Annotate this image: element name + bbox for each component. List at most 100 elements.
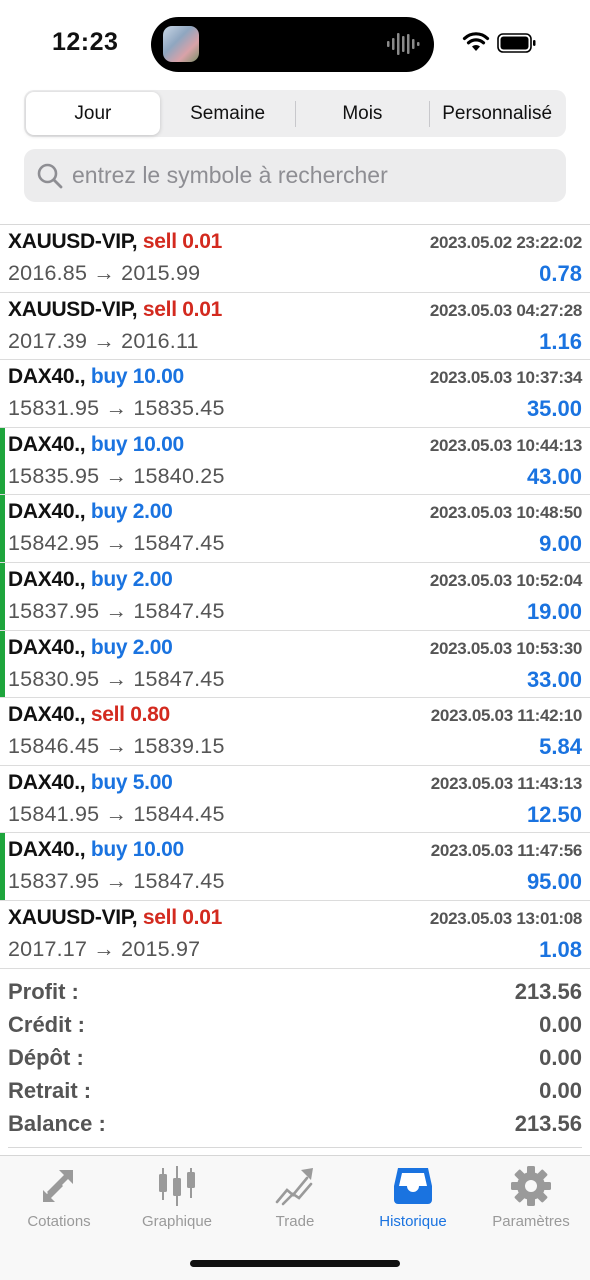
trade-profit: 5.84 — [539, 734, 582, 760]
trade-date: 2023.05.03 10:53:30 — [429, 638, 582, 658]
trade-prices: 15846.45 → 15839.15 — [8, 734, 225, 759]
trade-row[interactable]: DAX40., buy 2.00 2023.05.03 10:52:04 15837… — [0, 562, 590, 631]
trade-profit: 95.00 — [526, 869, 582, 895]
trade-direction: sell — [142, 905, 177, 929]
summary-label: Crédit : — [8, 1012, 85, 1037]
segment-mois[interactable]: Mois — [296, 92, 430, 135]
trade-direction: sell — [142, 297, 177, 321]
trade-row[interactable]: DAX40., buy 10.00 2023.05.03 10:44:13 1583… — [0, 427, 590, 496]
trade-lots: 10.00 — [132, 432, 184, 456]
trade-symbol: DAX40., — [8, 703, 86, 727]
trade-profit: 19.00 — [526, 598, 582, 624]
summary-row: Retrait : 0.00 — [0, 1076, 590, 1109]
trade-direction: sell — [90, 703, 125, 727]
trade-lots: 10.00 — [132, 838, 184, 862]
trade-lots: 2.00 — [132, 500, 173, 524]
trade-prices: 15831.95 → 15835.45 — [8, 396, 225, 421]
symbol-search-bar[interactable] — [24, 149, 566, 202]
trade-date: 2023.05.03 10:48:50 — [429, 503, 582, 523]
trade-symbol: DAX40., — [8, 365, 86, 389]
now-playing-artwork — [163, 26, 199, 62]
trade-prices: 15835.95 → 15840.25 — [8, 463, 225, 488]
tab-label: Paramètres — [492, 1213, 570, 1230]
trade-date: 2023.05.03 10:52:04 — [429, 570, 582, 590]
summary-value: 213.56 — [514, 979, 582, 1004]
tab-label: Graphique — [141, 1213, 213, 1230]
audio-waveform-icon — [387, 33, 420, 55]
trade-prices: 15837.95 → 15847.45 — [8, 598, 225, 623]
trade-direction: buy — [90, 365, 128, 389]
segment-semaine[interactable]: Semaine — [161, 92, 295, 135]
trade-title: DAX40., buy 5.00 — [8, 770, 173, 795]
trade-profit: 1.08 — [539, 936, 582, 962]
trade-row[interactable]: XAUUSD-VIP, sell 0.01 2023.05.03 13:01:08… — [0, 901, 590, 969]
trade-lots: 0.01 — [182, 297, 222, 321]
summary-label: Profit : — [8, 979, 79, 1004]
tab-parametres[interactable]: Paramètres — [472, 1164, 590, 1230]
trade-symbol: DAX40., — [8, 770, 86, 794]
tab-label: Historique — [379, 1213, 447, 1230]
trade-profit: 33.00 — [526, 666, 582, 692]
trade-row[interactable]: DAX40., buy 2.00 2023.05.03 10:48:50 15842… — [0, 495, 590, 563]
trade-title: DAX40., buy 2.00 — [8, 635, 173, 660]
open-position-marker — [0, 495, 5, 562]
trade-title: DAX40., buy 10.00 — [8, 365, 184, 389]
trade-date: 2023.05.02 23:22:02 — [429, 233, 582, 252]
trade-lots: 10.00 — [132, 365, 184, 389]
search-input[interactable] — [72, 162, 542, 189]
tab-historique[interactable]: Historique — [354, 1164, 472, 1230]
trade-title: XAUUSD-VIP, sell 0.01 — [8, 230, 222, 254]
wifi-icon — [462, 32, 490, 51]
trade-date: 2023.05.03 11:47:56 — [430, 841, 583, 861]
trade-row[interactable]: DAX40., buy 5.00 2023.05.03 11:43:13 15841… — [0, 766, 590, 834]
trade-date: 2023.05.03 10:37:34 — [429, 368, 582, 388]
gear-icon — [511, 1166, 551, 1206]
trade-symbol: DAX40., — [8, 500, 86, 524]
trade-title: DAX40., buy 2.00 — [8, 567, 173, 592]
summary-value: 213.56 — [514, 1111, 582, 1136]
trade-profit: 43.00 — [526, 463, 582, 489]
trade-symbol: XAUUSD-VIP, — [8, 905, 138, 929]
summary-label: Retrait : — [8, 1078, 92, 1103]
trade-date: 2023.05.03 11:42:10 — [430, 706, 583, 726]
summary-row: Profit : 213.56 — [0, 977, 590, 1010]
trade-direction: sell — [142, 230, 177, 253]
trade-row[interactable]: DAX40., buy 10.00 2023.05.03 10:37:34 1583… — [0, 360, 590, 428]
trade-row[interactable]: XAUUSD-VIP, sell 0.01 2023.05.03 04:27:28… — [0, 293, 590, 361]
status-bar: 12:23 — [0, 0, 590, 88]
trade-direction: buy — [90, 635, 128, 659]
trade-date: 2023.05.03 10:44:13 — [429, 435, 582, 455]
account-summary: Profit :213.56 Crédit :0.00 Dépôt :0.00 Ret… — [0, 977, 590, 1142]
trade-date: 2023.05.03 04:27:28 — [429, 300, 582, 320]
trade-direction: buy — [90, 432, 128, 456]
trade-history-list: XAUUSD-VIP, sell 0.01 2023.05.02 23:22:02… — [0, 225, 590, 969]
open-position-marker — [0, 630, 5, 698]
segment-jour[interactable]: Jour — [26, 92, 160, 135]
dynamic-island[interactable] — [151, 17, 434, 72]
tab-graphique[interactable]: Graphique — [118, 1164, 236, 1230]
period-segmented-control: Jour Semaine Mois Personnalisé — [24, 90, 566, 137]
trade-prices: 15842.95 → 15847.45 — [8, 531, 225, 556]
battery-icon — [497, 33, 536, 53]
tab-label: Trade — [275, 1213, 315, 1230]
trade-row[interactable]: DAX40., buy 2.00 2023.05.03 10:53:30 15830… — [0, 630, 590, 699]
quotes-arrows-icon — [43, 1170, 73, 1202]
trade-row[interactable]: XAUUSD-VIP, sell 0.01 2023.05.02 23:22:02… — [0, 225, 590, 293]
open-position-marker — [0, 562, 5, 630]
home-indicator — [190, 1260, 400, 1267]
segment-personnalise[interactable]: Personnalisé — [430, 92, 564, 135]
tab-trade[interactable]: Trade — [236, 1164, 354, 1230]
trade-row[interactable]: DAX40., sell 0.80 2023.05.03 11:42:10 1584… — [0, 698, 590, 766]
trade-symbol: DAX40., — [8, 567, 86, 591]
trade-direction: buy — [90, 838, 128, 862]
tab-cotations[interactable]: Cotations — [0, 1164, 118, 1230]
trade-row[interactable]: DAX40., buy 10.00 2023.05.03 11:47:56 1583… — [0, 833, 590, 901]
trade-symbol: DAX40., — [8, 838, 86, 862]
summary-label: Dépôt : — [8, 1045, 84, 1070]
trade-lots: 0.01 — [182, 905, 222, 929]
trade-title: DAX40., buy 10.00 — [8, 838, 184, 862]
trade-date: 2023.05.03 13:01:08 — [429, 908, 582, 928]
trade-profit: 1.16 — [539, 328, 582, 354]
search-icon — [37, 163, 63, 188]
summary-value: 0.00 — [539, 1045, 582, 1070]
